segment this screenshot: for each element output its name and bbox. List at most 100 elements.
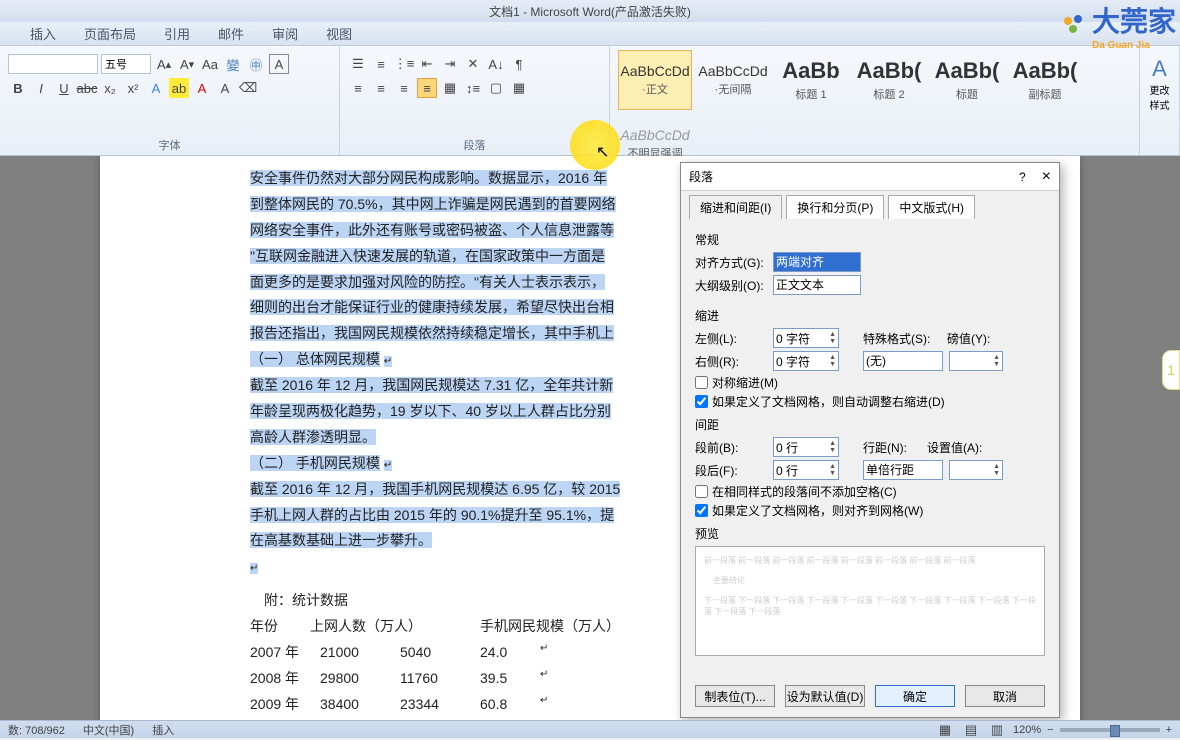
align-right-icon[interactable]: ≡ (394, 78, 414, 98)
help-icon[interactable]: ? (1019, 170, 1026, 184)
tab-asian[interactable]: 中文版式(H) (888, 195, 975, 219)
tab-indent-spacing[interactable]: 缩进和间距(I) (689, 195, 782, 219)
view-read-icon[interactable]: ▤ (961, 720, 981, 740)
measure-label: 磅值(Y): (947, 330, 990, 347)
numbering-icon[interactable]: ≡ (371, 54, 391, 74)
status-language[interactable]: 中文(中国) (83, 722, 134, 738)
clear-format-icon[interactable]: ⌫ (238, 78, 258, 98)
tab-insert[interactable]: 插入 (30, 24, 56, 43)
default-button[interactable]: 设为默认值(D) (785, 685, 865, 707)
close-icon[interactable]: × (1042, 168, 1051, 186)
indent-left-label: 左侧(L): (695, 330, 767, 347)
tab-view[interactable]: 视图 (326, 24, 352, 43)
sort-icon[interactable]: A↓ (486, 54, 506, 74)
zoom-level[interactable]: 120% (1013, 724, 1041, 736)
tab-layout[interactable]: 页面布局 (84, 24, 136, 43)
distribute-icon[interactable]: ▦ (440, 78, 460, 98)
char-shading-icon[interactable]: A (215, 78, 235, 98)
status-insert-mode[interactable]: 插入 (152, 722, 174, 738)
style-标题 2[interactable]: AaBb(标题 2 (852, 50, 926, 110)
after-spinner[interactable]: 0 行▲▼ (773, 460, 839, 480)
auto-indent-checkbox[interactable] (695, 395, 708, 408)
bold-icon[interactable]: B (8, 78, 28, 98)
alignment-select[interactable]: 两端对齐 (773, 252, 861, 272)
setvalue-label: 设置值(A): (927, 439, 982, 456)
window-title: 文档1 - Microsoft Word(产品激活失败) (489, 3, 691, 20)
section-spacing: 间距 (695, 416, 1045, 433)
line-spacing-icon[interactable]: ↕≡ (463, 78, 483, 98)
indent-dec-icon[interactable]: ⇤ (417, 54, 437, 74)
group-label-paragraph: 段落 (348, 135, 601, 153)
zoom-out-icon[interactable]: − (1047, 724, 1053, 736)
style-·正文[interactable]: AaBbCcDd·正文 (618, 50, 692, 110)
style-标题[interactable]: AaBb(标题 (930, 50, 1004, 110)
style-·无间隔[interactable]: AaBbCcDd·无间隔 (696, 50, 770, 110)
enclose-icon[interactable]: ㊥ (246, 54, 266, 74)
status-wordcount[interactable]: 数: 708/962 (8, 722, 65, 738)
font-combo[interactable] (8, 54, 98, 74)
align-left-icon[interactable]: ≡ (348, 78, 368, 98)
subscript-icon[interactable]: x₂ (100, 78, 120, 98)
shrink-font-icon[interactable]: A▾ (177, 54, 197, 74)
italic-icon[interactable]: I (31, 78, 51, 98)
logo-icon (1058, 11, 1088, 41)
dialog-title-bar[interactable]: 段落 ? × (681, 163, 1059, 191)
view-print-icon[interactable]: ▦ (935, 720, 955, 740)
change-style-icon[interactable]: A (1148, 56, 1171, 82)
ribbon-change-styles[interactable]: A 更改样式 (1140, 46, 1180, 155)
special-select[interactable]: (无) (863, 351, 943, 371)
align-center-icon[interactable]: ≡ (371, 78, 391, 98)
superscript-icon[interactable]: x² (123, 78, 143, 98)
underline-icon[interactable]: U (54, 78, 74, 98)
style-副标题[interactable]: AaBb(副标题 (1008, 50, 1082, 110)
shading-icon[interactable]: ▢ (486, 78, 506, 98)
ok-button[interactable]: 确定 (875, 685, 955, 707)
dialog-title: 段落 (689, 168, 713, 185)
indent-right-spinner[interactable]: 0 字符▲▼ (773, 351, 839, 371)
text-effect-icon[interactable]: A (146, 78, 166, 98)
linespace-select[interactable]: 单倍行距 (863, 460, 943, 480)
tab-mail[interactable]: 邮件 (218, 24, 244, 43)
tabs-button[interactable]: 制表位(T)... (695, 685, 775, 707)
style-标题 1[interactable]: AaBb标题 1 (774, 50, 848, 110)
dialog-body: 常规 对齐方式(G): 两端对齐 大纲级别(O): 正文文本 缩进 左侧(L):… (681, 219, 1059, 662)
paragraph-dialog[interactable]: 段落 ? × 缩进和间距(I) 换行和分页(P) 中文版式(H) 常规 对齐方式… (680, 162, 1060, 718)
highlight-icon[interactable]: ab (169, 78, 189, 98)
mirror-indent-checkbox[interactable] (695, 376, 708, 389)
outline-select[interactable]: 正文文本 (773, 275, 861, 295)
change-case-icon[interactable]: Aa (200, 54, 220, 74)
section-preview: 预览 (695, 525, 1045, 542)
indent-inc-icon[interactable]: ⇥ (440, 54, 460, 74)
indent-left-spinner[interactable]: 0 字符▲▼ (773, 328, 839, 348)
tab-references[interactable]: 引用 (164, 24, 190, 43)
measure-spinner[interactable]: ▲▼ (949, 351, 1003, 371)
font-color-icon[interactable]: A (192, 78, 212, 98)
snap-grid-checkbox[interactable] (695, 504, 708, 517)
multilevel-icon[interactable]: ⋮≡ (394, 54, 414, 74)
strike-icon[interactable]: abc (77, 78, 97, 98)
char-border-icon[interactable]: A (269, 54, 289, 74)
zoom-slider[interactable] (1060, 728, 1160, 732)
cancel-button[interactable]: 取消 (965, 685, 1045, 707)
before-spinner[interactable]: 0 行▲▼ (773, 437, 839, 457)
align-justify-icon[interactable]: ≡ (417, 78, 437, 98)
view-web-icon[interactable]: ▥ (987, 720, 1007, 740)
alignment-label: 对齐方式(G): (695, 254, 767, 271)
phonetic-icon[interactable]: 變 (223, 54, 243, 74)
show-marks-icon[interactable]: ¶ (509, 54, 529, 74)
before-label: 段前(B): (695, 439, 767, 456)
same-style-checkbox[interactable] (695, 485, 708, 498)
zoom-in-icon[interactable]: + (1166, 724, 1172, 736)
outline-label: 大纲级别(O): (695, 277, 767, 294)
font-size-combo[interactable]: 五号 (101, 54, 151, 74)
bullets-icon[interactable]: ☰ (348, 54, 368, 74)
ribbon-tabs[interactable]: 插入 页面布局 引用 邮件 审阅 视图 (0, 22, 1180, 46)
tab-review[interactable]: 审阅 (272, 24, 298, 43)
grow-font-icon[interactable]: A▴ (154, 54, 174, 74)
watermark-logo: 大莞家 Da Guan Jia (1058, 0, 1176, 51)
borders-icon[interactable]: ▦ (509, 78, 529, 98)
tab-line-page[interactable]: 换行和分页(P) (786, 195, 884, 219)
setvalue-spinner[interactable]: ▲▼ (949, 460, 1003, 480)
dialog-tabs[interactable]: 缩进和间距(I) 换行和分页(P) 中文版式(H) (681, 191, 1059, 219)
asian-layout-icon[interactable]: ✕ (463, 54, 483, 74)
